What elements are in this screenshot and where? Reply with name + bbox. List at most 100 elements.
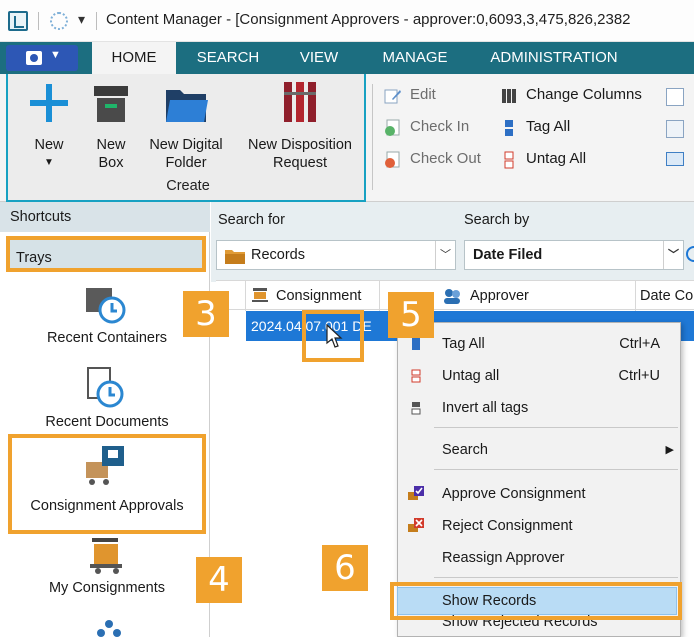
menu-item-search[interactable]: Search ▶	[398, 435, 680, 465]
new-disposition-request-button[interactable]: New Disposition Request	[236, 74, 364, 179]
tag-all-label: Tag All	[526, 118, 571, 135]
file-menu-button[interactable]: ▼	[6, 45, 78, 71]
window-title: Content Manager - [Consignment Approvers…	[106, 11, 631, 28]
column-head-approver[interactable]: Approver	[436, 281, 636, 311]
check-out-label: Check Out	[410, 150, 481, 167]
tag-all-button[interactable]: Tag All	[500, 116, 610, 142]
title-separator	[96, 12, 97, 30]
quick-access-icon[interactable]	[50, 12, 68, 30]
tab-manage[interactable]: MANAGE	[372, 42, 458, 74]
new-box-label: New Box	[96, 137, 126, 171]
menu-item-show-records[interactable]: Show Records	[397, 587, 677, 615]
ribbon-tab-bar: ▼ HOME SEARCH VIEW MANAGE ADMINISTRATION	[0, 42, 694, 74]
columns-icon	[502, 89, 516, 103]
search-by-dropdown[interactable]: Date Filed ﹀	[464, 240, 684, 270]
menu-item-reject-consignment[interactable]: Reject Consignment	[398, 511, 680, 541]
tab-home[interactable]: HOME	[92, 42, 176, 74]
check-in-button[interactable]: Check In	[384, 116, 484, 142]
consignment-icon	[252, 288, 268, 302]
title-bar: ▾ Content Manager - [Consignment Approve…	[0, 0, 694, 42]
search-for-dropdown[interactable]: Records ﹀	[216, 240, 456, 270]
tag-all-icon	[505, 120, 513, 136]
disposition-request-icon	[284, 82, 316, 122]
menu-separator	[434, 469, 678, 470]
my-consignments-icon	[90, 538, 122, 574]
tab-view[interactable]: VIEW	[286, 42, 352, 74]
menu-separator	[434, 577, 678, 578]
change-columns-label: Change Columns	[526, 86, 642, 103]
menu-item-untag-all[interactable]: Untag all Ctrl+U	[398, 361, 680, 391]
ribbon-separator	[372, 84, 373, 190]
reject-icon	[408, 518, 424, 532]
new-button[interactable]: New ▼	[14, 74, 84, 179]
sidebar-item-label: Recent Documents	[45, 414, 169, 430]
search-by-value: Date Filed	[473, 247, 543, 263]
new-box-button[interactable]: New Box	[86, 74, 136, 179]
create-group-label: Create	[166, 178, 210, 194]
grid-header: Consignment Approver Date Co	[216, 280, 694, 311]
approver-icon	[444, 289, 460, 304]
untag-all-button[interactable]: Untag All	[500, 148, 610, 174]
more-shortcuts-icon[interactable]	[94, 618, 124, 637]
menu-separator	[434, 427, 678, 428]
search-for-value: Records	[251, 247, 305, 263]
mouse-cursor-icon	[326, 324, 343, 348]
check-in-label: Check In	[410, 118, 470, 135]
sidebar-item-recent-containers[interactable]: Recent Containers	[8, 280, 206, 352]
chevron-down-icon: ▼	[50, 49, 61, 61]
chevron-down-icon: ▼	[44, 157, 54, 168]
step-callout-6: 6	[322, 545, 368, 591]
check-out-icon	[385, 151, 400, 168]
shortcuts-header[interactable]: Shortcuts	[0, 202, 210, 232]
copy-icon[interactable]	[666, 120, 684, 138]
change-columns-button[interactable]: Change Columns	[500, 84, 660, 110]
search-by-label: Search by	[464, 212, 530, 228]
file-menu-icon	[26, 51, 42, 65]
check-out-button[interactable]: Check Out	[384, 148, 494, 174]
sidebar-item-label: Recent Containers	[46, 330, 168, 346]
menu-item-approve-consignment[interactable]: Approve Consignment	[398, 479, 680, 509]
invert-tags-icon	[411, 402, 421, 415]
sidebar-item-recent-documents[interactable]: Recent Documents	[8, 362, 206, 434]
chevron-down-icon: ﹀	[663, 241, 683, 269]
records-folder-icon	[225, 250, 245, 264]
new-button-label: New	[34, 137, 64, 153]
title-separator	[38, 12, 39, 30]
edit-button[interactable]: Edit	[384, 84, 484, 110]
content-manager-logo-icon	[8, 11, 28, 31]
new-digital-folder-label: New Digital Folder	[149, 137, 223, 171]
quick-access-dropdown-icon[interactable]: ▾	[78, 11, 85, 28]
column-head-date[interactable]: Date Co	[636, 281, 694, 311]
new-digital-folder-button[interactable]: New Digital Folder	[140, 74, 232, 179]
column-head-consignment[interactable]: Consignment	[246, 281, 380, 311]
trays-header[interactable]: Trays	[6, 236, 206, 272]
sidebar-item-my-consignments[interactable]: My Consignments	[8, 536, 206, 606]
recent-documents-icon	[87, 367, 124, 408]
approve-icon	[408, 486, 424, 500]
sidebar-item-label: Consignment Approvals	[30, 498, 184, 514]
menu-item-reassign-approver[interactable]: Reassign Approver	[398, 543, 680, 573]
submenu-arrow-icon: ▶	[665, 444, 674, 456]
untag-all-icon	[504, 151, 514, 169]
tab-administration[interactable]: ADMINISTRATION	[478, 42, 630, 74]
recent-containers-icon	[86, 288, 126, 324]
sidebar-item-label: My Consignments	[48, 580, 166, 596]
plus-icon	[30, 84, 68, 122]
menu-item-invert-all-tags[interactable]: Invert all tags	[398, 393, 680, 423]
edit-icon	[384, 89, 401, 104]
menu-item-tag-all[interactable]: Tag All Ctrl+A	[398, 329, 680, 359]
step-callout-3: 3	[183, 291, 229, 337]
chevron-down-icon: ﹀	[435, 241, 455, 269]
untag-icon	[411, 369, 421, 383]
step-callout-4: 4	[196, 557, 242, 603]
tab-search[interactable]: SEARCH	[184, 42, 272, 74]
step-callout-5: 5	[388, 292, 434, 338]
view-pane-icon[interactable]	[666, 88, 684, 106]
digital-folder-icon	[166, 90, 208, 122]
new-disposition-request-label: New Disposition Request	[248, 137, 352, 171]
mail-icon[interactable]	[666, 152, 684, 166]
tag-icon	[412, 338, 420, 350]
check-in-icon	[385, 119, 400, 136]
sidebar-item-consignment-approvals[interactable]: Consignment Approvals	[8, 434, 206, 534]
edit-label: Edit	[410, 86, 436, 103]
